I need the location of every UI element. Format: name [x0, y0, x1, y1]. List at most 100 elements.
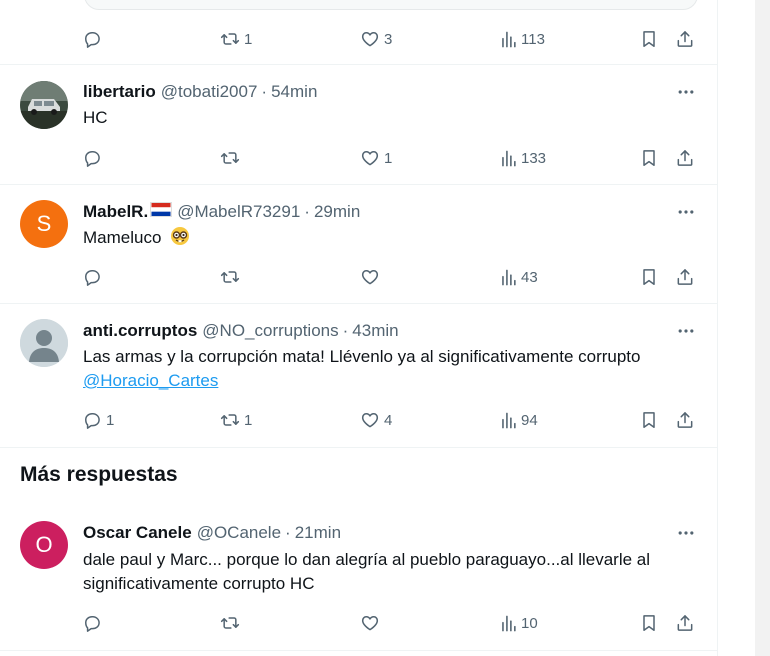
share-icon [675, 148, 695, 168]
avatar[interactable]: S [20, 200, 68, 248]
views-button[interactable]: 113 [499, 27, 545, 51]
retweet-button[interactable]: 1 [220, 408, 252, 432]
like-button[interactable] [360, 611, 384, 635]
bookmark-icon [639, 410, 659, 430]
more-options-button[interactable] [676, 523, 696, 543]
timestamp[interactable]: 43min [352, 321, 398, 341]
like-button[interactable]: 4 [360, 408, 392, 432]
nerd-face-emoji-icon [171, 227, 190, 245]
display-name[interactable]: anti.corruptos [83, 321, 197, 341]
share-icon [675, 410, 695, 430]
more-options-button[interactable] [676, 82, 696, 102]
views-count: 113 [521, 30, 545, 48]
more-icon [676, 321, 696, 341]
display-name[interactable]: libertario [83, 82, 156, 102]
tweet-header: anti.corruptos @NO_corruptions · 43min [83, 321, 399, 341]
tweet-text-line: dale paul y Marc... porque lo dan alegrí… [83, 550, 651, 569]
timestamp[interactable]: 54min [271, 82, 317, 102]
tweet-header: Oscar Canele @OCanele · 21min [83, 523, 341, 543]
views-count: 10 [521, 614, 538, 632]
bookmark-button[interactable] [639, 611, 659, 635]
more-icon [676, 82, 696, 102]
views-button[interactable]: 10 [499, 611, 538, 635]
views-button[interactable]: 94 [499, 408, 538, 432]
avatar[interactable]: O [20, 521, 68, 569]
share-button[interactable] [675, 265, 695, 289]
display-name[interactable]: Oscar Canele [83, 523, 192, 543]
share-button[interactable] [675, 408, 695, 432]
scrollbar-track[interactable] [755, 0, 770, 656]
retweet-count: 1 [244, 30, 253, 48]
more-options-button[interactable] [676, 202, 696, 222]
views-icon [499, 411, 518, 430]
bookmark-button[interactable] [639, 146, 659, 170]
like-count: 1 [384, 149, 393, 167]
reply-icon [82, 29, 102, 49]
default-user-avatar-icon [20, 319, 68, 367]
bookmark-button[interactable] [639, 265, 659, 289]
views-icon [499, 149, 518, 168]
bookmark-icon [639, 29, 659, 49]
reply-button[interactable] [82, 27, 106, 51]
replies-column: 1 3 113 libertario @tobati2007 · 54min H… [0, 0, 718, 656]
tweet-actions: 43 [0, 265, 718, 289]
user-handle[interactable]: @MabelR73291 [177, 202, 300, 222]
more-replies-heading: Más respuestas [20, 463, 178, 486]
reply-tweet[interactable]: S MabelR. @MabelR73291 · 29min Mameluco [0, 185, 718, 303]
like-count: 3 [384, 30, 393, 48]
retweet-button[interactable]: 1 [220, 27, 252, 51]
share-button[interactable] [675, 27, 695, 51]
reply-tweet[interactable]: libertario @tobati2007 · 54min HC 1 133 [0, 65, 718, 184]
tweet-header: libertario @tobati2007 · 54min [83, 82, 317, 102]
views-count: 43 [521, 268, 538, 286]
reply-icon [82, 410, 102, 430]
share-icon [675, 29, 695, 49]
quoted-card-preview[interactable] [84, 0, 698, 10]
retweet-icon [220, 410, 240, 430]
like-button[interactable]: 3 [360, 27, 392, 51]
tweet-actions: 10 [0, 611, 718, 635]
user-handle[interactable]: @tobati2007 [161, 82, 258, 102]
separator-dot: · [285, 523, 291, 542]
reply-tweet[interactable]: O Oscar Canele @OCanele · 21min dale pau… [0, 508, 718, 648]
display-name[interactable]: MabelR. [83, 202, 148, 222]
bookmark-button[interactable] [639, 27, 659, 51]
reply-button[interactable] [82, 611, 106, 635]
timestamp[interactable]: 21min [295, 523, 341, 543]
share-button[interactable] [675, 146, 695, 170]
retweet-button[interactable] [220, 611, 244, 635]
timestamp[interactable]: 29min [314, 202, 360, 222]
avatar[interactable] [20, 81, 68, 129]
avatar[interactable] [20, 319, 68, 367]
views-count: 94 [521, 411, 538, 429]
reply-tweet[interactable]: anti.corruptos @NO_corruptions · 43min L… [0, 304, 718, 447]
like-count: 4 [384, 411, 393, 429]
retweet-count: 1 [244, 411, 253, 429]
views-count: 133 [521, 149, 547, 167]
views-icon [499, 614, 518, 633]
mention-link[interactable]: @Horacio_Cartes [83, 371, 218, 390]
retweet-button[interactable] [220, 146, 244, 170]
paraguay-flag-icon [150, 202, 173, 217]
reply-button[interactable] [82, 265, 106, 289]
more-options-button[interactable] [676, 321, 696, 341]
user-handle[interactable]: @OCanele [197, 523, 281, 543]
like-button[interactable]: 1 [360, 146, 392, 170]
like-button[interactable] [360, 265, 384, 289]
separator-dot: · [261, 82, 268, 101]
share-icon [675, 613, 695, 633]
share-button[interactable] [675, 611, 695, 635]
tweet-text-content: Las armas y la corrupción mata! Llévenlo… [83, 347, 641, 366]
bookmark-button[interactable] [639, 408, 659, 432]
views-button[interactable]: 133 [499, 146, 546, 170]
retweet-button[interactable] [220, 265, 244, 289]
reply-icon [82, 613, 102, 633]
reply-button[interactable]: 1 [82, 408, 114, 432]
avatar-photo-car [20, 81, 68, 129]
tweet-text: Mameluco [83, 226, 703, 250]
reply-button[interactable] [82, 146, 106, 170]
retweet-icon [220, 148, 240, 168]
views-button[interactable]: 43 [499, 265, 538, 289]
reply-count: 1 [106, 411, 115, 429]
user-handle[interactable]: @NO_corruptions [202, 321, 338, 341]
